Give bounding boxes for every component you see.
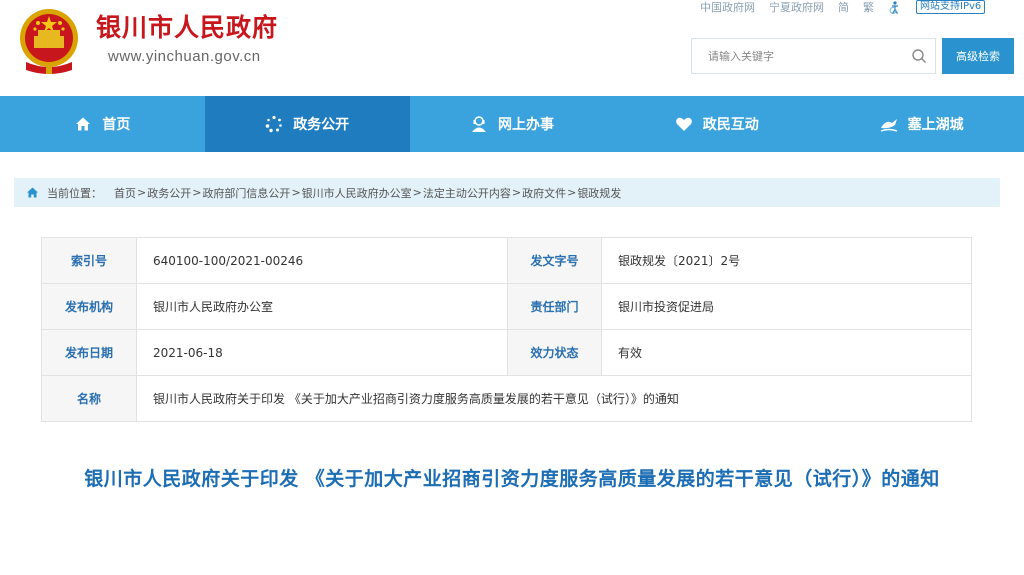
breadcrumb-open-gov[interactable]: 政务公开 xyxy=(147,185,191,201)
index-no-value: 640100-100/2021-00246 xyxy=(136,237,508,284)
link-ningxia-gov[interactable]: 宁夏政府网 xyxy=(769,0,824,15)
issuer-label: 发布机构 xyxy=(41,283,137,330)
name-value: 银川市人民政府关于印发 《关于加大产业招商引资力度服务高质量发展的若干意见（试行… xyxy=(136,375,972,422)
site-name[interactable]: 银川市人民政府 xyxy=(96,8,278,44)
document-title: 银川市人民政府关于印发 《关于加大产业招商引资力度服务高质量发展的若干意见（试行… xyxy=(84,468,940,490)
location-home-icon xyxy=(27,187,38,198)
national-emblem-icon[interactable] xyxy=(16,6,82,78)
nav-item-open-gov[interactable]: 政务公开 xyxy=(204,96,410,152)
ipv6-badge: 网站支持IPv6 xyxy=(916,0,986,14)
nav-item-label: 政务公开 xyxy=(293,117,350,133)
breadcrumb-separator: > xyxy=(511,186,522,199)
nav-item-interaction[interactable]: 政民互动 xyxy=(614,96,819,152)
date-label: 发布日期 xyxy=(41,329,137,376)
nav-item-online-service[interactable]: 网上办事 xyxy=(410,96,615,152)
breadcrumb-gov-docs[interactable]: 政府文件 xyxy=(522,185,566,201)
name-label: 名称 xyxy=(41,375,137,422)
breadcrumb: 当前位置： 首页 > 政务公开 > 政府部门信息公开 > 银川市人民政府办公室 … xyxy=(14,178,1000,207)
dept-label: 责任部门 xyxy=(507,283,602,330)
status-label: 效力状态 xyxy=(507,329,602,376)
advanced-search-button[interactable]: 高级检索 xyxy=(942,38,1014,74)
table-row: 索引号 640100-100/2021-00246 发文字号 银政规发〔2021… xyxy=(41,237,972,284)
top-links: 中国政府网 宁夏政府网 简 繁 网站支持IPv6 xyxy=(700,0,986,15)
document-info-table: 索引号 640100-100/2021-00246 发文字号 银政规发〔2021… xyxy=(41,237,972,422)
nav-item-home[interactable]: 首页 xyxy=(0,96,205,152)
breadcrumb-current[interactable]: 银政规发 xyxy=(577,185,621,201)
breadcrumb-separator: > xyxy=(291,186,301,199)
issuer-value: 银川市人民政府办公室 xyxy=(136,283,508,330)
breadcrumb-separator: > xyxy=(567,186,577,199)
nav-item-label: 网上办事 xyxy=(497,117,554,133)
breadcrumb-dept-info[interactable]: 政府部门信息公开 xyxy=(202,185,290,201)
site-header: 银川市人民政府 www.yinchuan.gov.cn 中国政府网 宁夏政府网 … xyxy=(0,0,1024,96)
table-row: 发布机构 银川市人民政府办公室 责任部门 银川市投资促进局 xyxy=(41,283,972,330)
city-icon xyxy=(880,119,897,132)
status-value: 有效 xyxy=(601,329,972,376)
site-url: www.yinchuan.gov.cn xyxy=(108,48,261,65)
accessibility-icon[interactable] xyxy=(888,0,902,14)
open-gov-icon xyxy=(265,115,282,133)
index-no-label: 索引号 xyxy=(41,237,137,284)
link-simplified[interactable]: 简 xyxy=(838,0,849,15)
doc-no-label: 发文字号 xyxy=(507,237,602,284)
main-nav: 首页 政务公开 网上办事 政民互动 塞上湖城 xyxy=(0,96,1024,152)
date-value: 2021-06-18 xyxy=(136,329,508,376)
service-icon xyxy=(471,116,486,132)
link-traditional[interactable]: 繁 xyxy=(863,0,874,15)
breadcrumb-label: 当前位置： xyxy=(47,186,102,200)
link-china-gov[interactable]: 中国政府网 xyxy=(700,0,755,15)
nav-item-label: 塞上湖城 xyxy=(907,117,964,133)
table-row: 发布日期 2021-06-18 效力状态 有效 xyxy=(41,329,972,376)
search-input[interactable] xyxy=(692,39,902,73)
nav-item-lake-city[interactable]: 塞上湖城 xyxy=(819,96,1024,152)
breadcrumb-separator: > xyxy=(192,186,202,199)
doc-no-value: 银政规发〔2021〕2号 xyxy=(601,237,972,284)
nav-item-label: 政民互动 xyxy=(702,117,759,133)
breadcrumb-office[interactable]: 银川市人民政府办公室 xyxy=(302,185,412,201)
search-box xyxy=(691,38,936,74)
breadcrumb-statutory[interactable]: 法定主动公开内容 xyxy=(423,185,511,201)
breadcrumb-home[interactable]: 首页 xyxy=(114,185,136,201)
home-icon xyxy=(76,117,91,131)
interaction-icon xyxy=(675,117,692,131)
table-row: 名称 银川市人民政府关于印发 《关于加大产业招商引资力度服务高质量发展的若干意见… xyxy=(41,375,972,422)
breadcrumb-separator: > xyxy=(412,186,422,199)
search-icon[interactable] xyxy=(911,48,927,64)
nav-item-label: 首页 xyxy=(102,117,131,133)
dept-value: 银川市投资促进局 xyxy=(601,283,972,330)
breadcrumb-separator: > xyxy=(137,186,147,199)
